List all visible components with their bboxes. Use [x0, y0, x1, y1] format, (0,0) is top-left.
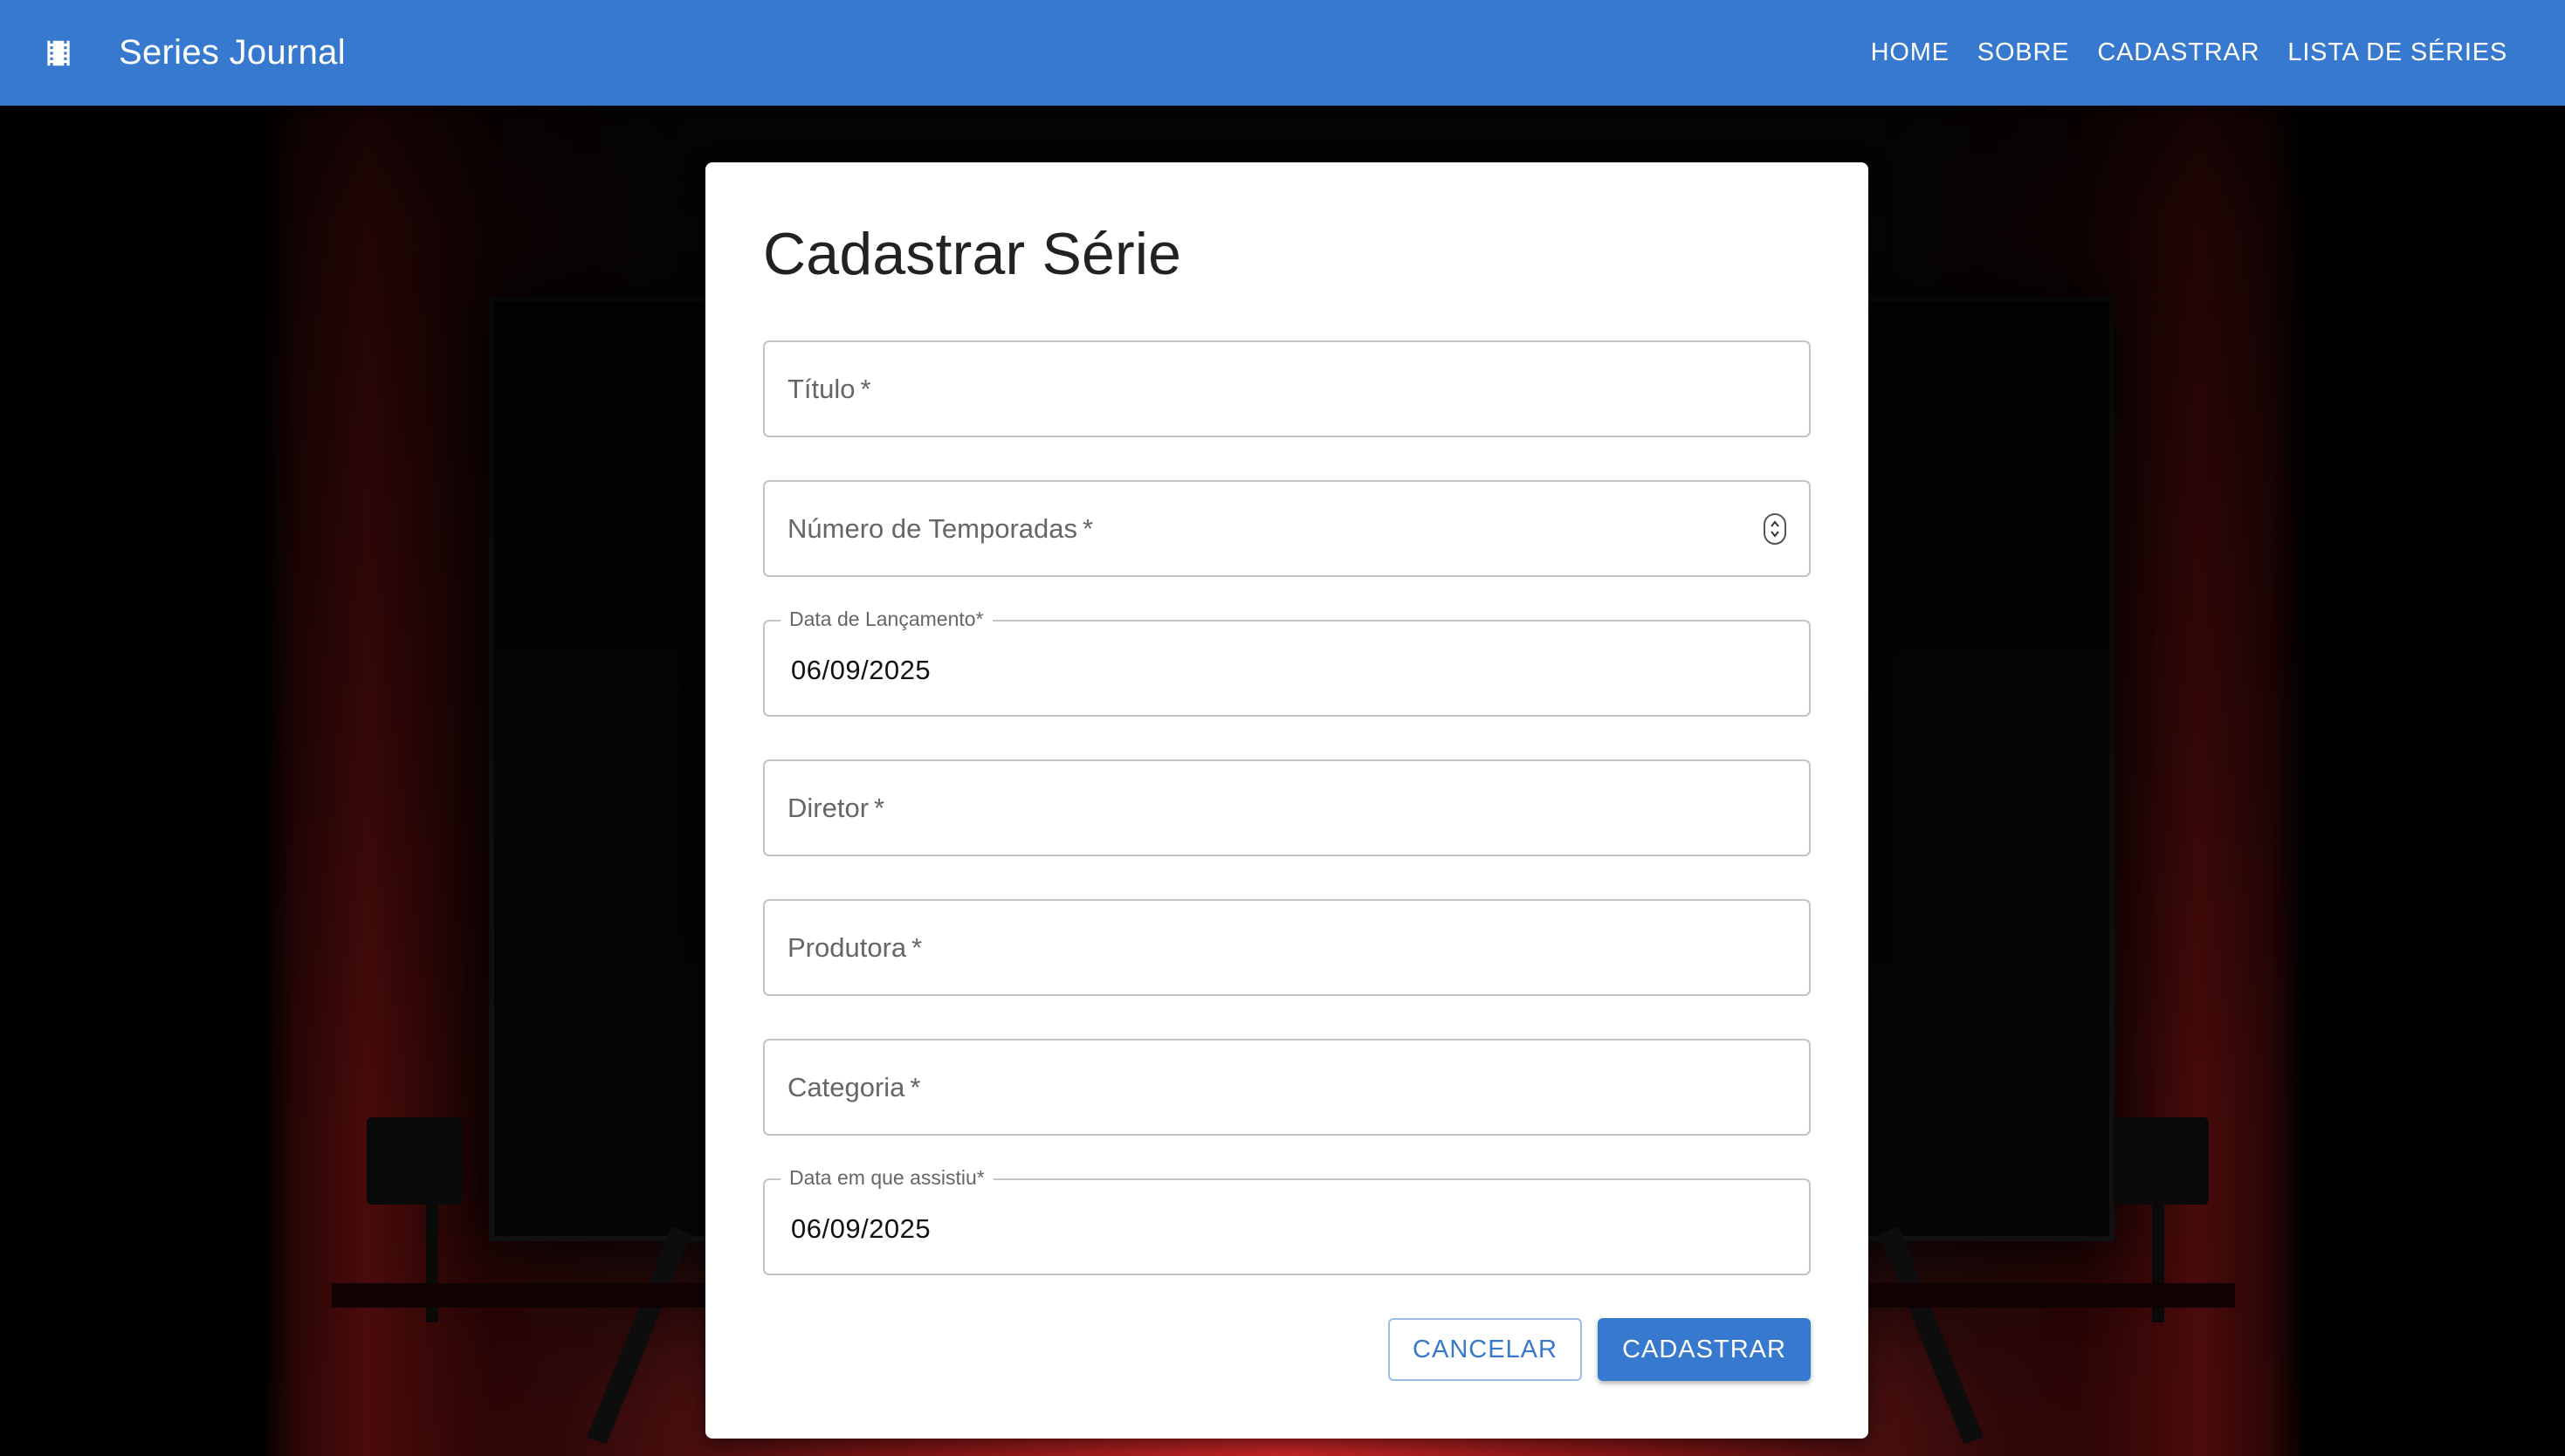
app-title[interactable]: Series Journal	[119, 33, 346, 72]
nav-cadastrar[interactable]: CADASTRAR	[2083, 30, 2273, 76]
app-bar: Series Journal HOME SOBRE CADASTRAR LIST…	[0, 0, 2565, 106]
data-lancamento-value[interactable]: 06/09/2025	[791, 655, 931, 686]
submit-button[interactable]: CADASTRAR	[1598, 1318, 1811, 1381]
categoria-label: Categoria *	[787, 1071, 921, 1102]
diretor-field[interactable]: Diretor *	[763, 759, 1811, 856]
data-lancamento-field[interactable]: Data de Lançamento* 06/09/2025	[763, 608, 1811, 717]
titulo-label: Título *	[787, 373, 871, 404]
film-icon	[42, 37, 75, 70]
nav-sobre[interactable]: SOBRE	[1963, 30, 2084, 76]
temporadas-label: Número de Temporadas *	[787, 512, 1094, 544]
produtora-label: Produtora *	[787, 931, 923, 963]
data-assistiu-value[interactable]: 06/09/2025	[791, 1213, 931, 1245]
page-title: Cadastrar Série	[763, 221, 1182, 287]
diretor-label: Diretor *	[787, 792, 885, 823]
number-stepper-icon[interactable]	[1764, 512, 1786, 545]
form-actions: CANCELAR CADASTRAR	[1388, 1318, 1811, 1381]
temporadas-field[interactable]: Número de Temporadas *	[763, 480, 1811, 577]
register-series-card: Cadastrar Série Título * Número de Tempor…	[705, 162, 1868, 1439]
data-lancamento-label: Data de Lançamento*	[781, 608, 993, 631]
main-nav: HOME SOBRE CADASTRAR LISTA DE SÉRIES	[1857, 30, 2521, 76]
titulo-field[interactable]: Título *	[763, 340, 1811, 437]
produtora-field[interactable]: Produtora *	[763, 899, 1811, 996]
nav-lista-series[interactable]: LISTA DE SÉRIES	[2273, 30, 2521, 76]
data-assistiu-label: Data em que assistiu*	[781, 1166, 994, 1190]
data-assistiu-field[interactable]: Data em que assistiu* 06/09/2025	[763, 1166, 1811, 1275]
categoria-field[interactable]: Categoria *	[763, 1039, 1811, 1136]
nav-home[interactable]: HOME	[1857, 30, 1963, 76]
cancel-button[interactable]: CANCELAR	[1388, 1318, 1582, 1381]
